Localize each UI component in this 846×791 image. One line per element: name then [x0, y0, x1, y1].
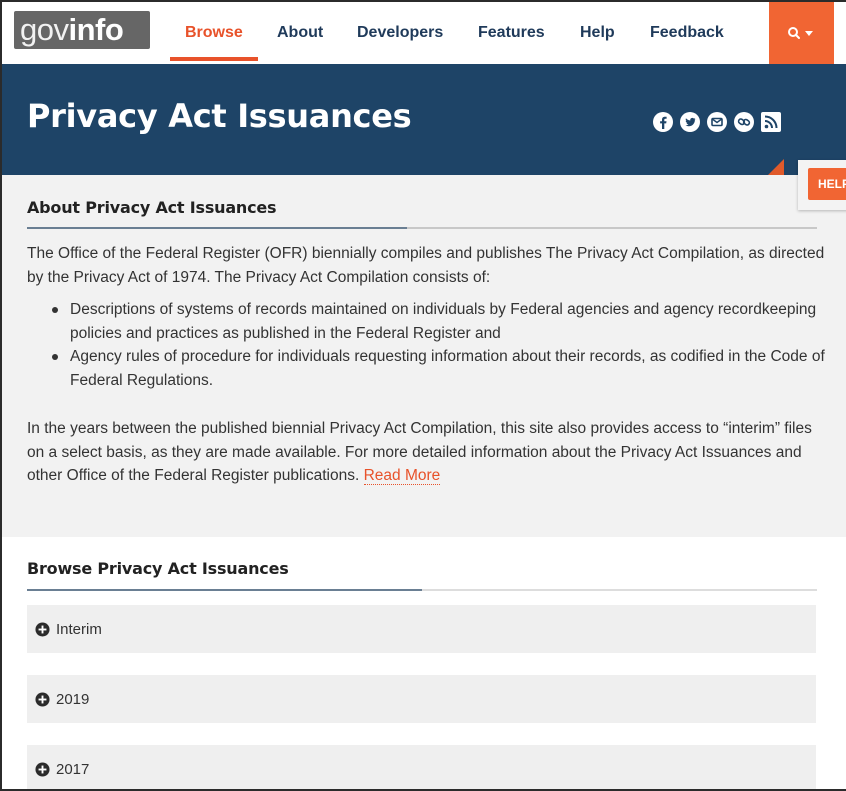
- about-heading: About Privacy Act Issuances: [27, 198, 277, 217]
- about-heading-rule: [27, 227, 817, 229]
- logo-light-text: gov: [20, 12, 69, 47]
- about-panel: About Privacy Act Issuances The Office o…: [2, 175, 846, 537]
- browse-heading: Browse Privacy Act Issuances: [27, 559, 289, 578]
- email-icon[interactable]: [706, 111, 728, 133]
- help-button[interactable]: HELP: [808, 168, 846, 200]
- nav-about[interactable]: About: [277, 24, 323, 42]
- nav-help[interactable]: Help: [580, 24, 615, 42]
- plus-circle-icon: [35, 621, 50, 637]
- bullet-item: Descriptions of systems of records maint…: [50, 298, 826, 345]
- nav-feedback[interactable]: Feedback: [650, 24, 724, 42]
- nav-active-indicator: [170, 57, 258, 61]
- nav-browse[interactable]: Browse: [185, 24, 243, 42]
- plus-circle-icon: [35, 691, 50, 707]
- help-tab-corner: [768, 159, 784, 175]
- rss-icon[interactable]: [760, 111, 782, 133]
- browse-item-label: 2019: [56, 690, 90, 708]
- search-button[interactable]: [769, 2, 834, 64]
- browse-item-label: Interim: [56, 620, 102, 638]
- read-more-link[interactable]: Read More: [363, 467, 441, 485]
- browse-heading-rule: [27, 589, 817, 591]
- govinfo-logo[interactable]: govinfo: [14, 11, 150, 49]
- browse-item-2019[interactable]: 2019: [27, 675, 816, 723]
- bullet-item: Agency rules of procedure for individual…: [50, 345, 826, 392]
- page-header: Privacy Act Issuances: [2, 64, 846, 175]
- link-icon[interactable]: [733, 111, 755, 133]
- plus-circle-icon: [35, 761, 50, 777]
- about-outro: In the years between the published bienn…: [27, 417, 827, 488]
- about-bullets: Descriptions of systems of records maint…: [50, 298, 826, 392]
- page-frame: govinfo Browse About Developers Features…: [0, 0, 846, 791]
- caret-down-icon: [804, 31, 813, 36]
- facebook-icon[interactable]: [652, 111, 674, 133]
- browse-item-label: 2017: [56, 760, 90, 778]
- nav-developers[interactable]: Developers: [357, 24, 443, 42]
- twitter-icon[interactable]: [679, 111, 701, 133]
- search-icon: [787, 27, 813, 39]
- logo-bold-text: info: [68, 12, 124, 47]
- browse-item-2017[interactable]: 2017: [27, 745, 816, 789]
- nav-features[interactable]: Features: [478, 24, 545, 42]
- top-navbar: govinfo Browse About Developers Features…: [2, 2, 846, 64]
- page-title: Privacy Act Issuances: [27, 97, 412, 135]
- browse-item-interim[interactable]: Interim: [27, 605, 816, 653]
- about-intro: The Office of the Federal Register (OFR)…: [27, 245, 825, 286]
